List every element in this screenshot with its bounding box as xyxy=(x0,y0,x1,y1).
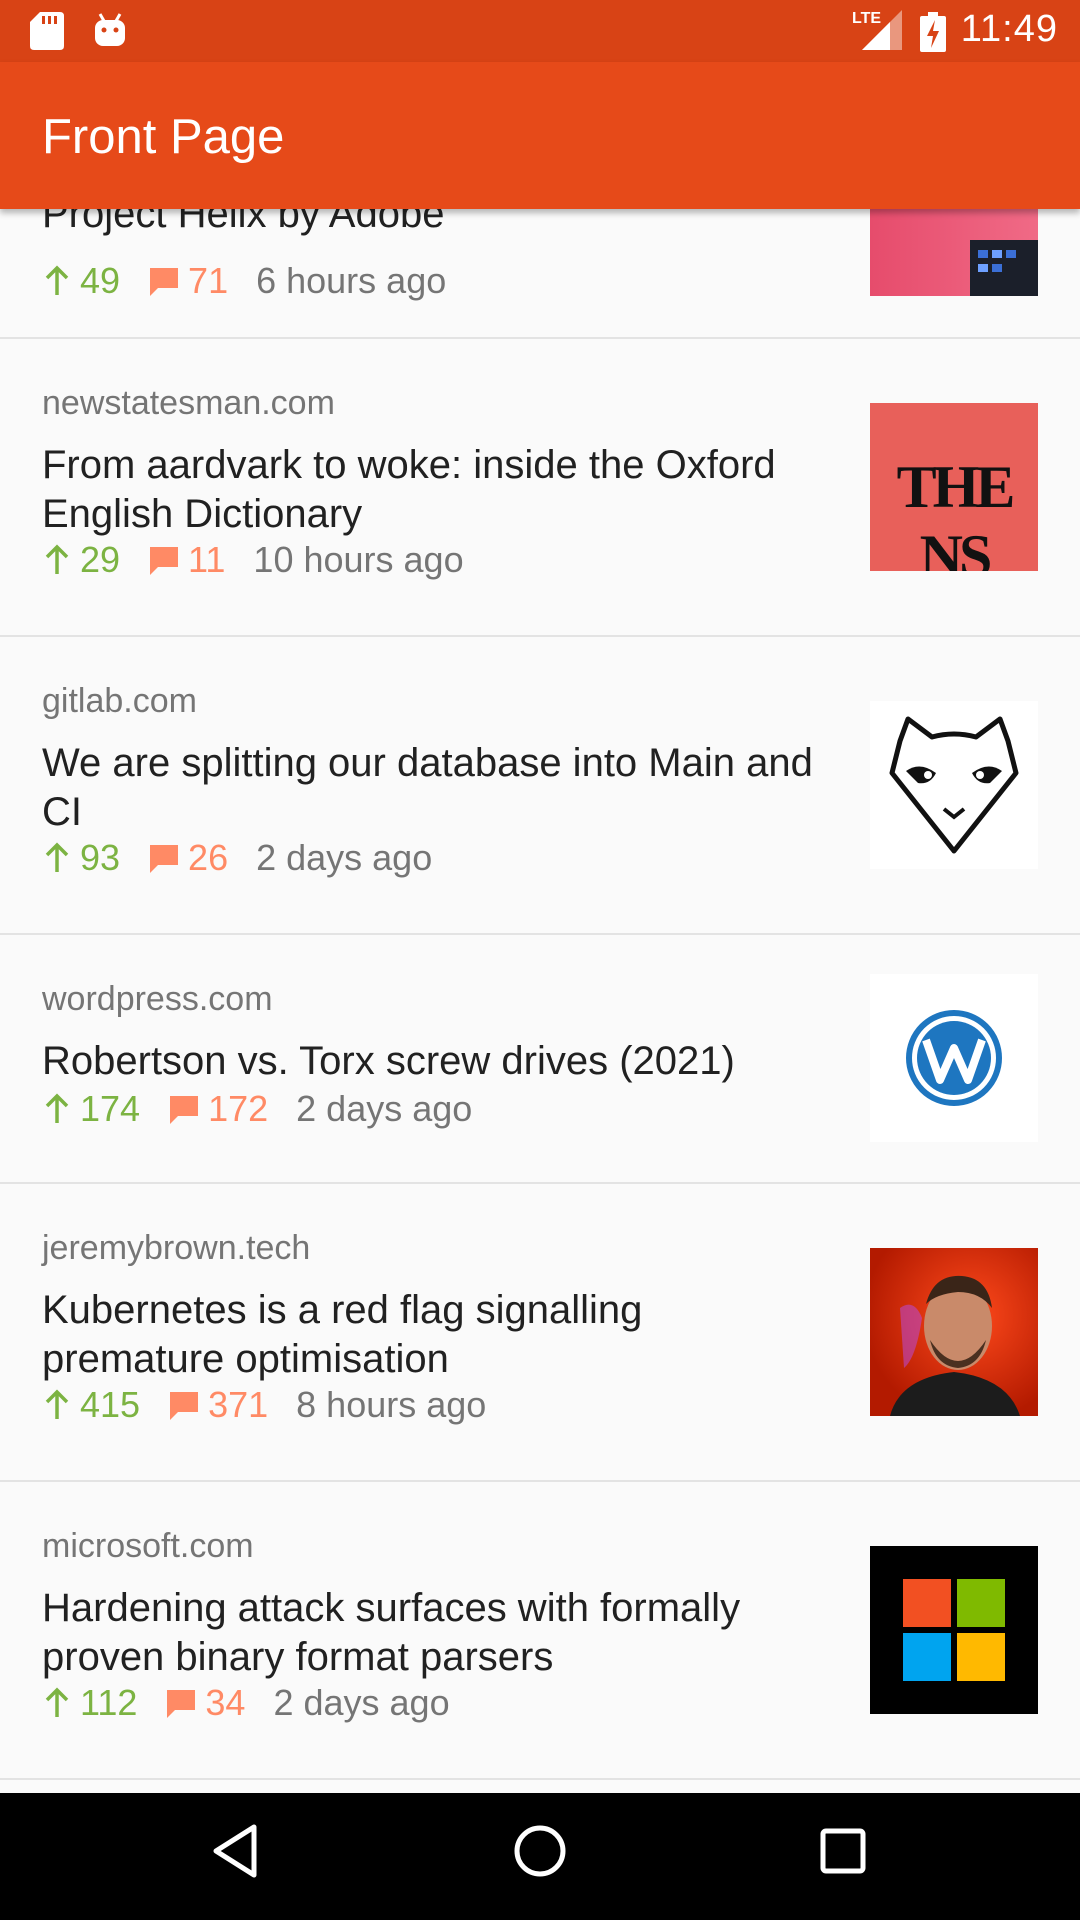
story-domain: wordpress.com xyxy=(42,980,273,1018)
story-item[interactable]: jeremybrown.tech Kubernetes is a red fla… xyxy=(0,1184,1080,1482)
system-nav-bar xyxy=(0,1793,1080,1920)
upvote-arrow-icon xyxy=(45,544,69,574)
story-title[interactable]: Robertson vs. Torx screw drives (2021) xyxy=(42,1037,822,1086)
comment-icon xyxy=(167,1690,196,1718)
wordpress-logo[interactable] xyxy=(870,974,1038,1142)
upvote-arrow-icon xyxy=(45,842,69,872)
story-list[interactable]: Project Helix by Adobe 49 71 6 hours ago xyxy=(0,62,1080,1793)
story-domain: newstatesman.com xyxy=(42,384,335,422)
points: 415 xyxy=(42,1384,140,1426)
back-icon[interactable] xyxy=(210,1821,260,1881)
story-title[interactable]: Kubernetes is a red flag signalling prem… xyxy=(42,1286,822,1384)
story-meta: 49 71 6 hours ago xyxy=(42,257,446,305)
sd-card-icon xyxy=(30,12,64,50)
points: 112 xyxy=(42,1682,137,1724)
story-meta: 29 11 10 hours ago xyxy=(42,536,464,584)
story-meta: 174 172 2 days ago xyxy=(42,1085,472,1133)
story-item[interactable]: microsoft.com Hardening attack surfaces … xyxy=(0,1482,1080,1780)
story-item[interactable]: newstatesman.com From aardvark to woke: … xyxy=(0,339,1080,637)
battery-charging-icon xyxy=(920,12,946,52)
new-statesman-logo[interactable]: THE NS xyxy=(870,403,1038,571)
comments[interactable]: 11 xyxy=(148,539,225,581)
story-item[interactable]: wordpress.com Robertson vs. Torx screw d… xyxy=(0,935,1080,1184)
comment-icon xyxy=(170,1392,199,1420)
comments[interactable]: 371 xyxy=(168,1384,268,1426)
points: 174 xyxy=(42,1088,140,1130)
lte-signal-icon: LTE xyxy=(852,10,902,50)
story-age: 2 days ago xyxy=(296,1088,473,1129)
story-title[interactable]: From aardvark to woke: inside the Oxford… xyxy=(42,441,822,539)
comments[interactable]: 34 xyxy=(165,1682,245,1724)
comment-icon xyxy=(150,268,179,296)
upvote-arrow-icon xyxy=(45,1687,69,1717)
author-portrait[interactable] xyxy=(870,1248,1038,1416)
story-domain: jeremybrown.tech xyxy=(42,1229,311,1267)
status-bar: LTE 11:49 xyxy=(0,0,1080,62)
comment-icon xyxy=(150,845,179,873)
story-age: 2 days ago xyxy=(256,837,433,878)
app-bar: Front Page xyxy=(0,62,1080,209)
gitlab-logo[interactable] xyxy=(870,701,1038,869)
comment-icon xyxy=(150,547,179,575)
story-title[interactable]: Hardening attack surfaces with formally … xyxy=(42,1584,822,1682)
story-title[interactable]: We are splitting our database into Main … xyxy=(42,739,822,837)
home-icon[interactable] xyxy=(510,1821,570,1881)
story-age: 8 hours ago xyxy=(296,1384,487,1425)
upvote-arrow-icon xyxy=(45,1093,69,1123)
upvote-arrow-icon xyxy=(45,265,69,295)
story-meta: 93 26 2 days ago xyxy=(42,834,432,882)
story-meta: 415 371 8 hours ago xyxy=(42,1381,486,1429)
story-domain: microsoft.com xyxy=(42,1527,254,1565)
story-domain: gitlab.com xyxy=(42,682,197,720)
microsoft-logo[interactable] xyxy=(870,1546,1038,1714)
story-age: 6 hours ago xyxy=(256,260,447,301)
recents-icon[interactable] xyxy=(818,1821,868,1881)
story-item[interactable]: gitlab.com We are splitting our database… xyxy=(0,637,1080,935)
comment-icon xyxy=(170,1096,199,1124)
story-age: 2 days ago xyxy=(273,1682,450,1723)
story-meta: 112 34 2 days ago xyxy=(42,1679,450,1727)
story-age: 10 hours ago xyxy=(253,539,464,580)
points: 93 xyxy=(42,837,120,879)
comments[interactable]: 172 xyxy=(168,1088,268,1130)
comments[interactable]: 26 xyxy=(148,837,228,879)
android-debug-icon xyxy=(95,13,125,46)
page-title: Front Page xyxy=(42,110,285,164)
upvote-arrow-icon xyxy=(45,1389,69,1419)
clock: 11:49 xyxy=(960,8,1058,50)
comments[interactable]: 71 xyxy=(148,260,228,302)
points: 49 xyxy=(42,260,120,302)
points: 29 xyxy=(42,539,120,581)
